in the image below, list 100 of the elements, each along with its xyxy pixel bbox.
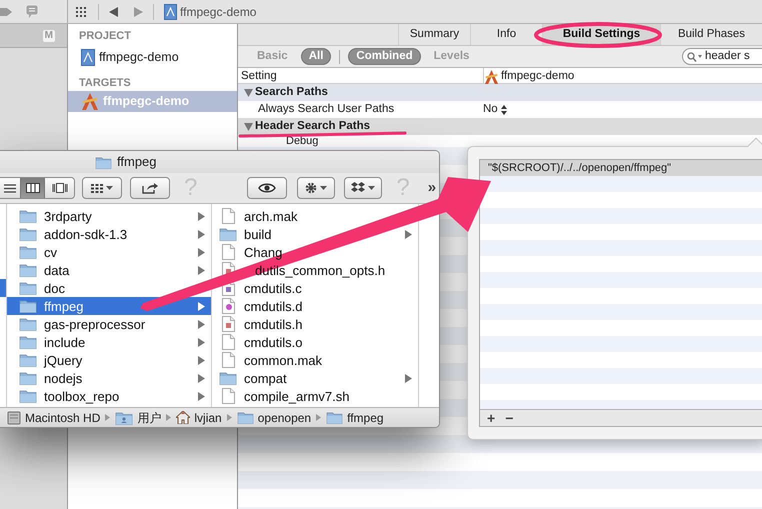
cover-flow-icon: [52, 183, 68, 193]
share-button[interactable]: [130, 177, 170, 199]
settings-section-row[interactable]: Header Search Paths: [238, 118, 762, 135]
grid-icon[interactable]: [76, 6, 88, 16]
arrange-button[interactable]: [82, 177, 122, 199]
folder-icon: [19, 353, 37, 367]
separator-icon: [166, 414, 172, 421]
path-item[interactable]: lvjian: [176, 408, 222, 426]
status-badge: M: [42, 30, 55, 42]
disclosure-triangle-icon[interactable]: [244, 88, 253, 96]
file-list-row[interactable]: ffmpeg: [7, 297, 211, 315]
selection-highlight: [0, 279, 6, 297]
folder-icon: [219, 371, 237, 385]
eye-icon: [258, 183, 276, 193]
overflow-button[interactable]: »: [428, 176, 436, 200]
dropbox-button[interactable]: [344, 177, 382, 199]
file-name[interactable]: doc: [44, 280, 65, 296]
remove-button[interactable]: −: [505, 411, 514, 425]
folder-icon: [236, 411, 254, 424]
folder-icon: [19, 299, 37, 313]
house-icon: [176, 411, 190, 424]
disclosure-triangle-icon[interactable]: [244, 122, 253, 130]
file-name[interactable]: 3rdparty: [44, 208, 92, 224]
folder-icon: [219, 227, 237, 241]
column-view-icon: [26, 183, 40, 193]
disclosure-triangle-icon[interactable]: [405, 230, 412, 238]
file-name[interactable]: cv: [44, 244, 57, 260]
back-icon[interactable]: [109, 6, 118, 16]
project-file-icon: [81, 49, 95, 66]
file-name[interactable]: compat: [244, 370, 287, 386]
users-folder-icon: [115, 410, 134, 424]
settings-section-row[interactable]: Search Paths: [238, 84, 762, 101]
separator-icon: [316, 414, 322, 421]
folder-icon: [19, 389, 37, 403]
document-icon: [222, 388, 234, 404]
file-name[interactable]: data: [44, 262, 70, 278]
quick-look-button[interactable]: [247, 177, 288, 199]
file-name[interactable]: addon-sdk-1.3: [44, 226, 128, 242]
target-app-icon: [484, 70, 499, 84]
file-name[interactable]: arch.mak: [244, 208, 298, 224]
list-view-button[interactable]: [0, 178, 20, 198]
file-name[interactable]: jQuery: [44, 352, 82, 368]
folder-icon: [19, 227, 37, 241]
path-item[interactable]: Macintosh HD: [7, 408, 100, 426]
header-file-icon: [222, 316, 234, 332]
file-name[interactable]: nodejs: [44, 370, 82, 386]
folder-icon: [19, 245, 37, 259]
disclosure-triangle-icon[interactable]: [405, 374, 412, 382]
file-name[interactable]: gas-preprocessor: [44, 316, 146, 332]
list-view-icon: [4, 184, 16, 192]
file-name[interactable]: toolbox_repo: [44, 388, 120, 404]
path-item[interactable]: 用户: [115, 408, 162, 426]
search-icon: [687, 52, 703, 62]
file-name[interactable]: compile_armv7.sh: [244, 388, 350, 404]
column-view-button[interactable]: [20, 178, 45, 198]
column-header[interactable]: ffmpegc-demo: [501, 68, 574, 86]
configuration-name: Debug: [286, 135, 318, 147]
search-field[interactable]: header s: [682, 48, 762, 65]
folder-icon: [19, 371, 37, 385]
editor-tab[interactable]: Summary: [398, 24, 470, 45]
gear-icon: [305, 182, 318, 194]
folder-icon: [19, 209, 37, 223]
file-name[interactable]: include: [44, 334, 86, 350]
cover-flow-button[interactable]: [45, 178, 74, 198]
document-icon: [222, 244, 234, 260]
value-popup[interactable]: No: [483, 101, 507, 118]
project-file-icon: [164, 4, 177, 20]
grid-icon: [91, 184, 103, 192]
breadcrumb-item[interactable]: ffmpegc-demo: [180, 2, 256, 20]
file-name[interactable]: cmdutils.d: [244, 298, 303, 314]
caret-icon: [320, 186, 328, 190]
file-name[interactable]: build: [244, 226, 272, 242]
setting-name: Always Search User Paths: [257, 102, 396, 117]
document-icon: [222, 208, 234, 224]
file-name[interactable]: common.mak: [244, 352, 322, 368]
document-icon: [222, 334, 234, 350]
project-item[interactable]: ffmpegc-demo: [68, 47, 237, 68]
separator-icon: [105, 414, 110, 421]
file-name[interactable]: Chang: [244, 244, 282, 260]
file-name[interactable]: cmdutils.o: [244, 334, 303, 350]
file-name[interactable]: cmdutils.h: [244, 316, 303, 332]
target-app-icon: [81, 93, 99, 110]
path-item[interactable]: openopen: [236, 408, 312, 426]
box-icon: [351, 182, 366, 194]
section-header: PROJECT: [78, 29, 132, 43]
editor-tab[interactable]: Build Phases: [660, 24, 762, 45]
file-name[interactable]: cmdutils.c: [244, 280, 302, 296]
folder-icon: [19, 335, 37, 349]
forward-icon[interactable]: [134, 6, 143, 16]
document-icon: [222, 352, 234, 368]
path-item[interactable]: ffmpeg: [326, 408, 384, 426]
folder-icon: [326, 411, 344, 424]
column-header[interactable]: Setting: [238, 68, 483, 86]
add-button[interactable]: +: [487, 411, 496, 425]
stepper-icon: [500, 104, 507, 115]
list-row[interactable]: "$(SRCROOT)/../../openopen/ffmpeg": [480, 160, 762, 176]
separator-icon: [226, 414, 232, 421]
caret-icon: [106, 186, 113, 190]
window-title: ffmpeg: [117, 153, 157, 172]
action-button[interactable]: [297, 177, 336, 199]
